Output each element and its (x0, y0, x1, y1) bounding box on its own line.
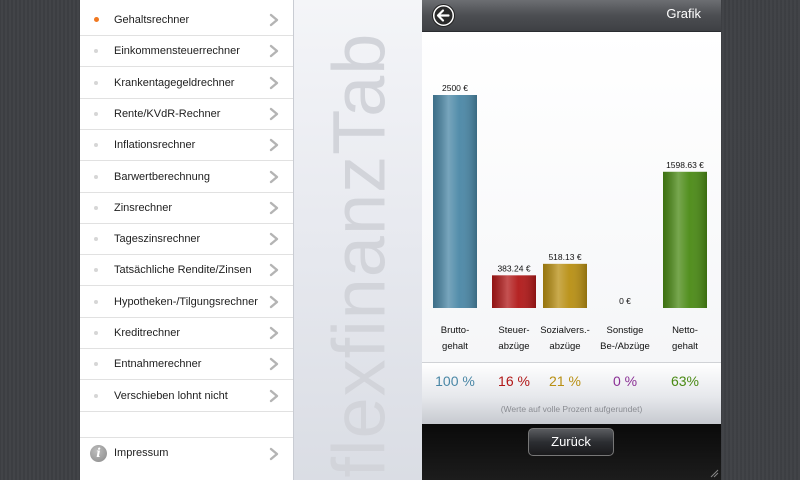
chevron-right-icon (269, 107, 279, 121)
menu-item-label: Barwertberechnung (114, 170, 211, 183)
background-edge (721, 0, 800, 480)
bar-value-label: 2500 € (442, 83, 468, 93)
menu-item[interactable]: Inflationsrechner (80, 130, 293, 162)
bar-chart: 2500 € Brutto-gehalt 383.24 € Steuer-abzüge… (422, 32, 721, 362)
menu-item[interactable]: Barwertberechnung (80, 162, 293, 193)
bullet-icon (94, 331, 98, 335)
menu-item[interactable]: Krankentagegeldrechner (80, 68, 293, 99)
bullet-icon (94, 49, 98, 54)
menu-item[interactable]: Verschieben lohnt nicht (80, 381, 293, 412)
chevron-right-icon (269, 295, 279, 308)
chevron-right-icon (269, 138, 279, 152)
bullet-icon (94, 393, 98, 398)
bar-shine (663, 171, 707, 308)
menu-item-impressum[interactable]: i Impressum (80, 437, 293, 470)
menu-item[interactable]: Tageszinsrechner (80, 224, 293, 256)
bar-shine (492, 275, 536, 308)
bullet-icon (94, 174, 98, 179)
bullet-icon (94, 17, 99, 22)
category-label: Brutto- (441, 325, 470, 336)
chevron-right-icon (269, 201, 279, 214)
bullet-icon (94, 362, 98, 367)
menu-item-label: Impressum (114, 447, 169, 459)
bar-value-label: 383.24 € (497, 263, 530, 273)
rounding-note: (Werte auf volle Prozent aufgerundet) (500, 404, 643, 414)
chevron-right-icon (269, 447, 279, 461)
chevron-right-icon (269, 76, 279, 89)
menu-item-label: Zinsrechner (114, 201, 173, 214)
category-label: gehalt (442, 341, 468, 352)
menu-item-label: Tageszinsrechner (114, 233, 201, 246)
menu-item-label: Tatsächliche Rendite/Zinsen (114, 264, 252, 277)
bottom-toolbar: Zurück (422, 424, 721, 480)
menu-item-label: Verschieben lohnt nicht (114, 389, 228, 402)
bar-shine (433, 95, 477, 308)
back-arrow-icon (434, 6, 453, 25)
category-label: Sonstige (607, 325, 644, 336)
chart-panel: Grafik 2500 € Brutto-gehalt 383.24 € Steuer… (422, 0, 721, 480)
bar-value-label: 518.13 € (548, 252, 581, 262)
bullet-icon (94, 143, 98, 148)
menu-item-label: Kreditrechner (114, 327, 181, 339)
percentage-bar: 100 % 16 % 21 % 0 % 63% (Werte auf volle Pro… (422, 362, 721, 425)
category-label: Steuer- (498, 325, 529, 336)
bullet-icon (94, 299, 98, 304)
menu-item[interactable]: Tatsächliche Rendite/Zinsen (80, 255, 293, 287)
category-label: Sozialvers.- (540, 325, 590, 336)
chevron-right-icon (269, 264, 279, 277)
panel-title: Grafik (666, 6, 701, 21)
bullet-icon (94, 268, 98, 273)
menu-item[interactable]: Einkommensteuerrechner (80, 36, 293, 68)
percentage-label: 63% (670, 373, 700, 389)
bullet-icon (94, 205, 98, 210)
menu-item[interactable]: Hypotheken-/Tilgungsrechner (80, 287, 293, 318)
menu-item[interactable]: Kreditrechner (80, 318, 293, 349)
chevron-right-icon (269, 358, 279, 371)
menu-item-label: Einkommensteuerrechner (114, 45, 240, 58)
watermark-panel: flexfinanzTab (293, 0, 423, 480)
calculator-menu: Gehaltsrechner Einkommensteuerrechner Kran… (80, 0, 293, 480)
menu-item-label: Inflationsrechner (114, 139, 196, 152)
info-icon: i (90, 445, 107, 462)
chevron-right-icon (269, 389, 279, 402)
bullet-icon (94, 237, 98, 242)
bar-value-label: 1598.63 € (666, 160, 704, 170)
resize-grip-icon (710, 469, 719, 478)
category-label: abzüge (498, 341, 529, 352)
bar-shine (543, 263, 587, 308)
watermark-logo-text: flexfinanzTab (317, 32, 401, 478)
menu-item[interactable]: Zinsrechner (80, 193, 293, 224)
menu-item-label: Entnahmerechner (114, 358, 202, 371)
category-label: Be-/Abzüge (600, 341, 650, 352)
chevron-right-icon (269, 170, 279, 183)
back-button[interactable] (432, 4, 455, 27)
menu-item[interactable]: Gehaltsrechner (80, 5, 293, 36)
percentage-label: 0 % (612, 373, 638, 389)
chevron-right-icon (269, 13, 279, 27)
percentage-label: 21 % (549, 373, 581, 389)
category-label: Netto- (672, 325, 698, 336)
menu-item-label: Hypotheken-/Tilgungsrechner (114, 295, 258, 308)
chevron-right-icon (269, 45, 279, 58)
category-label: abzüge (549, 341, 580, 352)
bullet-icon (94, 111, 98, 116)
category-label: gehalt (672, 341, 698, 352)
menu-item-label: Gehaltsrechner (114, 14, 190, 26)
bar-value-label: 0 € (619, 296, 631, 306)
menu-item[interactable]: Entnahmerechner (80, 349, 293, 381)
bar-chart-svg: 2500 € Brutto-gehalt 383.24 € Steuer-abzüge… (433, 83, 707, 352)
menu-item[interactable]: Rente/KVdR-Rechner (80, 99, 293, 130)
chevron-right-icon (269, 232, 279, 246)
menu-item-label: Rente/KVdR-Rechner (114, 107, 221, 120)
percentage-label: 100 % (435, 373, 475, 389)
bullet-icon (94, 80, 98, 85)
panel-header: Grafik (422, 0, 721, 32)
chevron-right-icon (269, 326, 279, 340)
zurueck-button[interactable]: Zurück (528, 428, 614, 456)
menu-item-label: Krankentagegeldrechner (114, 76, 235, 89)
